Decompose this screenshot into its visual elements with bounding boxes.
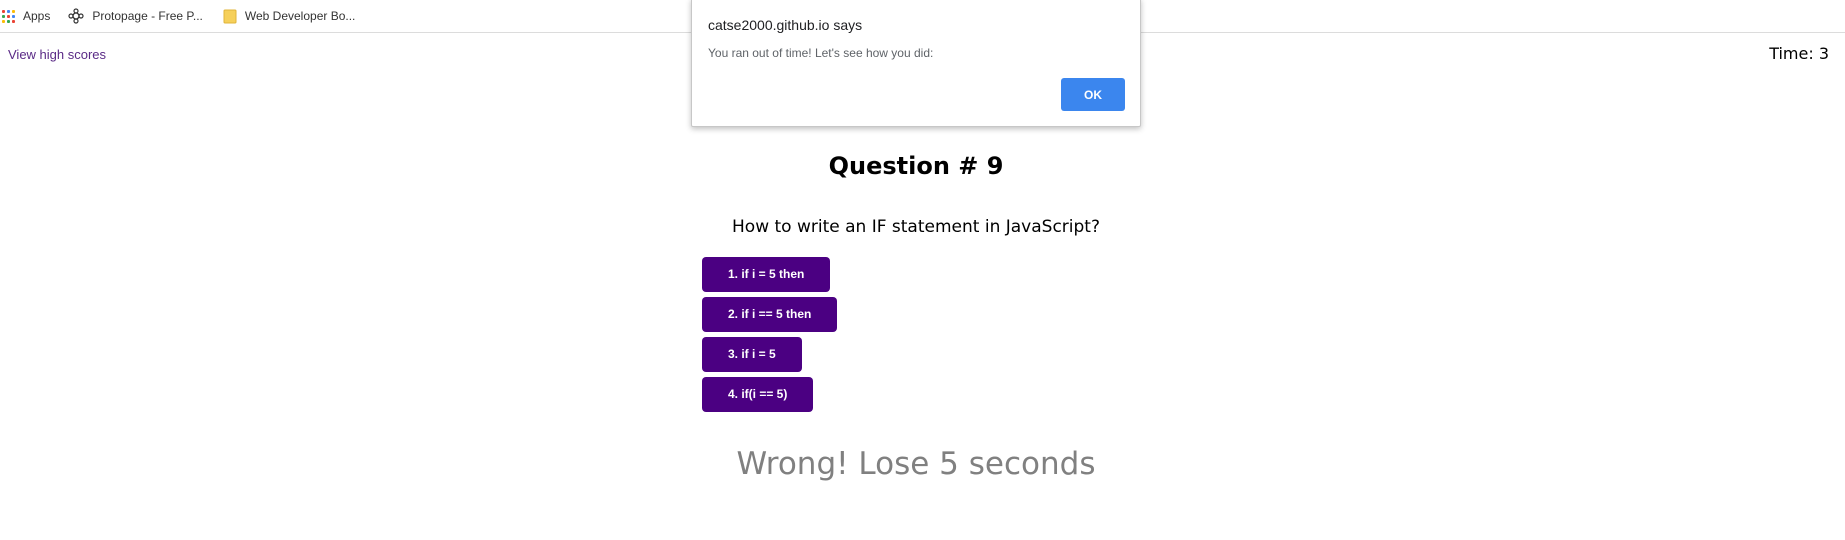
bookmark-apps[interactable]: Apps	[2, 4, 50, 28]
alert-title: catse2000.github.io says	[708, 17, 863, 33]
question-title: Question # 9	[828, 152, 1004, 180]
bookmark-web-developer[interactable]: Web Developer Bo...	[221, 4, 356, 28]
answer-button-3[interactable]: 3. if i = 5	[702, 337, 802, 372]
bookmark-label: Protopage - Free P...	[92, 9, 203, 23]
bookmark-protopage[interactable]: Protopage - Free P...	[68, 4, 203, 28]
answer-button-4[interactable]: 4. if(i == 5)	[702, 377, 814, 412]
answer-list: 1. if i = 5 then 2. if i == 5 then 3. if…	[702, 257, 838, 417]
bookmark-label: Apps	[23, 9, 51, 23]
alert-message: You ran out of time! Let's see how you d…	[708, 46, 934, 60]
timer: Time: 3	[1769, 44, 1829, 63]
alert-dialog: catse2000.github.io says You ran out of …	[691, 0, 1141, 127]
view-high-scores-link[interactable]: View high scores	[8, 47, 106, 62]
answer-button-1[interactable]: 1. if i = 5 then	[702, 257, 831, 292]
apps-grid-icon	[2, 9, 15, 23]
protopage-icon	[68, 8, 84, 24]
feedback-message: Wrong! Lose 5 seconds	[736, 446, 1096, 482]
folder-icon	[223, 8, 237, 24]
bookmark-label: Web Developer Bo...	[244, 9, 356, 23]
answer-button-2[interactable]: 2. if i == 5 then	[702, 297, 838, 332]
ok-button[interactable]: OK	[1061, 78, 1125, 111]
question-text: How to write an IF statement in JavaScri…	[732, 217, 1100, 237]
